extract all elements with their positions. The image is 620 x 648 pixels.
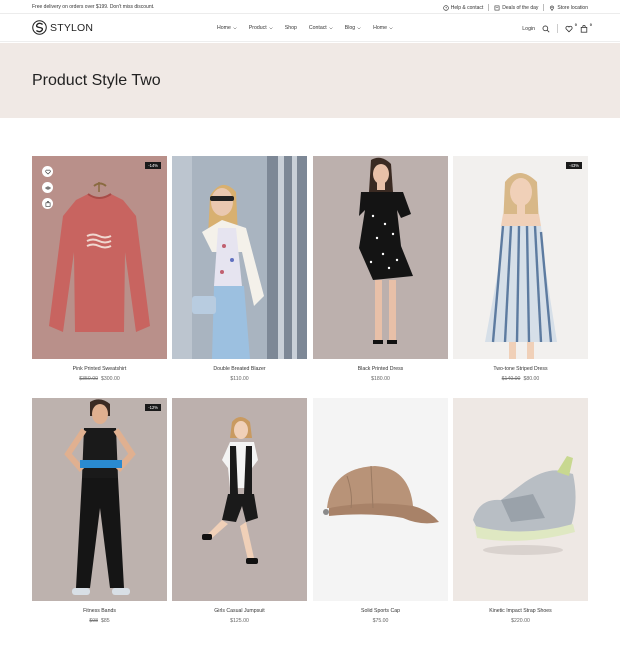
product-name[interactable]: Double Breated Blazer (172, 366, 307, 372)
logo[interactable]: STYLON (32, 20, 93, 35)
product-name[interactable]: Solid Sports Cap (313, 608, 448, 614)
page-banner: Product Style Two (0, 43, 620, 118)
add-to-cart-button[interactable] (42, 198, 53, 209)
quick-view-button[interactable] (42, 182, 53, 193)
chevron-down-icon (269, 26, 273, 29)
wishlist-button[interactable]: 0 (565, 22, 577, 33)
logo-text: STYLON (50, 21, 94, 34)
product-price: $98 $85 (32, 618, 167, 624)
product-name[interactable]: Two-tone Striped Dress (453, 366, 588, 372)
login-link[interactable]: Login (522, 26, 535, 32)
product-card[interactable]: Kinetic Impact Strap Shoes $220.00 (453, 398, 588, 624)
product-image[interactable] (172, 156, 307, 359)
promo-text: Free delivery on orders over $199. Don't… (32, 4, 155, 10)
product-name[interactable]: Kinetic Impact Strap Shoes (453, 608, 588, 614)
top-bar: Free delivery on orders over $199. Don't… (0, 0, 620, 14)
heart-icon (565, 25, 573, 32)
current-price: $75.00 (372, 618, 389, 624)
product-card[interactable]: Solid Sports Cap $75.00 (313, 398, 448, 624)
current-price: $300.00 (101, 376, 120, 382)
product-price: $350.00 $300.00 (32, 376, 167, 382)
old-price: $350.00 (79, 376, 98, 382)
product-price: $180.00 (313, 376, 448, 382)
discount-badge: -12% (145, 404, 161, 411)
sports-cap-image (313, 398, 448, 601)
divider (488, 4, 490, 11)
wishlist-button[interactable] (42, 166, 53, 177)
divider (557, 24, 558, 33)
main-nav: Home Product Shop Contact Blog Home (217, 25, 393, 31)
product-image[interactable] (172, 398, 307, 601)
logo-mark-icon (32, 20, 47, 35)
bag-icon (45, 200, 50, 207)
cart-button[interactable]: 0 (580, 22, 592, 33)
product-card[interactable]: Girls Casual Jumpsuit $125.00 (172, 398, 307, 624)
nav-item-blog[interactable]: Blog (345, 25, 361, 31)
old-price: $140.00 (501, 376, 521, 382)
black-dress-image (313, 156, 448, 359)
divider (543, 4, 545, 11)
product-card[interactable]: -14% Pink Printed Sweatshirt $350.00 $300… (32, 156, 167, 382)
product-price: $75.00 (313, 618, 448, 624)
blazer-woman-image (172, 156, 307, 359)
product-name[interactable]: Pink Printed Sweatshirt (32, 366, 167, 372)
main-header: STYLON Home Product Shop Contact Blog Ho… (0, 14, 620, 42)
tag-icon (494, 5, 500, 10)
page-title: Product Style Two (32, 72, 161, 89)
current-price: $110.00 (230, 376, 249, 382)
location-pin-icon (550, 5, 555, 11)
product-price: $125.00 (172, 618, 307, 624)
chevron-down-icon (389, 26, 393, 29)
product-image[interactable] (313, 398, 448, 601)
nav-item-product[interactable]: Product (249, 25, 273, 31)
search-icon[interactable] (542, 25, 550, 33)
chevron-down-icon (233, 26, 237, 29)
help-icon (443, 4, 449, 11)
product-name[interactable]: Fitness Bands (32, 608, 167, 614)
top-links: Help & contact Deals of the day Store lo… (443, 4, 588, 11)
quick-actions (42, 166, 53, 209)
current-price: $220.00 (511, 618, 530, 624)
girl-jumpsuit-image (172, 398, 307, 601)
heart-icon (44, 169, 51, 175)
product-image[interactable] (313, 156, 448, 359)
cart-icon (580, 24, 588, 33)
old-price: $98 (89, 618, 98, 624)
product-card[interactable]: Black Printed Dress $180.00 (313, 156, 448, 382)
product-image[interactable]: -12% (32, 398, 167, 601)
discount-badge: -14% (145, 162, 161, 169)
store-location-link[interactable]: Store location (549, 5, 588, 11)
current-price: $180.00 (371, 376, 390, 382)
nav-item-home[interactable]: Home (217, 25, 237, 31)
current-price: $80.00 (523, 376, 540, 382)
header-actions: Login 0 0 (522, 22, 592, 33)
eye-icon (44, 186, 51, 189)
nav-item-contact[interactable]: Contact (309, 25, 333, 31)
cart-count: 0 (589, 21, 592, 27)
help-contact-link[interactable]: Help & contact (443, 4, 483, 11)
current-price: $85 (101, 618, 110, 624)
product-card[interactable]: -43% Two-tone Striped Dress $140.00 $80.0… (453, 156, 588, 382)
striped-dress-image (453, 156, 588, 359)
product-image[interactable] (453, 398, 588, 601)
product-price: $220.00 (453, 618, 588, 624)
product-price: $140.00 $80.00 (453, 376, 588, 382)
nav-item-shop[interactable]: Shop (285, 25, 297, 31)
chevron-down-icon (357, 26, 361, 29)
nav-item-home-2[interactable]: Home (373, 25, 393, 31)
chevron-down-icon (329, 26, 333, 29)
product-name[interactable]: Black Printed Dress (313, 366, 448, 372)
product-card[interactable]: -12% Fitness Bands $98 $85 (32, 398, 167, 624)
strap-shoes-image (453, 398, 588, 601)
discount-badge: -43% (566, 162, 582, 169)
product-image[interactable]: -43% (453, 156, 588, 359)
deals-link[interactable]: Deals of the day (494, 5, 538, 11)
current-price: $125.00 (230, 618, 249, 624)
product-image[interactable]: -14% (32, 156, 167, 359)
fitness-woman-image (32, 398, 167, 601)
product-card[interactable]: Double Breated Blazer $110.00 (172, 156, 307, 382)
product-name[interactable]: Girls Casual Jumpsuit (172, 608, 307, 614)
product-price: $110.00 (172, 376, 307, 382)
wishlist-count: 0 (574, 21, 577, 27)
